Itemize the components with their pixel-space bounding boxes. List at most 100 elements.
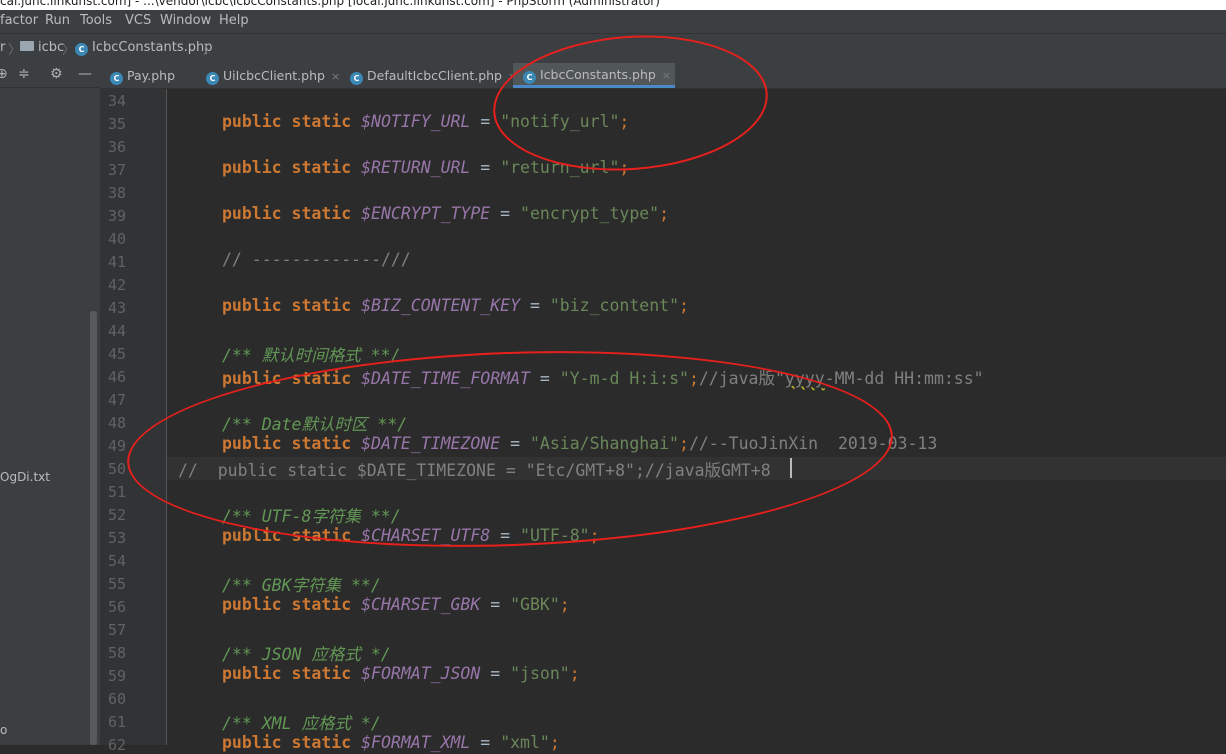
- line-number: 37: [107, 161, 126, 179]
- menu-help[interactable]: Help: [219, 13, 249, 28]
- php-file-icon: C: [110, 72, 123, 85]
- code-line-56: public static $CHARSET_GBK = "GBK";: [222, 595, 570, 614]
- window-title-bar: cal.junc.linkunst.com] - ...\vendor\icbc…: [0, 0, 1226, 10]
- semicolon: ;: [569, 664, 580, 683]
- operator: =: [480, 664, 511, 683]
- code-line-61: /** XML 应格式 */: [222, 710, 381, 734]
- line-number: 51: [107, 483, 126, 501]
- sidebar-bottom-item: o: [0, 723, 8, 737]
- code-line-55: /** GBK字符集 **/: [222, 572, 381, 596]
- tab-label: DefaultIcbcClient.php: [367, 68, 502, 83]
- breadcrumb-folder-label: icbc: [38, 40, 65, 55]
- operator: =: [470, 733, 501, 752]
- code-line-62: public static $FORMAT_XML = "xml";: [222, 733, 560, 752]
- php-file-icon: C: [206, 72, 219, 85]
- breadcrumb-separator-icon: 〉: [203, 43, 217, 58]
- close-icon[interactable]: ×: [331, 70, 340, 83]
- keyword: static: [291, 204, 352, 223]
- gear-icon[interactable]: ⚙: [50, 66, 63, 82]
- tab-pay[interactable]: C Pay.php: [100, 63, 206, 88]
- semicolon: ;: [549, 733, 560, 752]
- minimize-icon[interactable]: —: [78, 66, 92, 82]
- menu-refactor[interactable]: factor: [0, 13, 38, 28]
- line-number: 62: [107, 736, 126, 754]
- keyword: static: [291, 296, 352, 315]
- breadcrumb-file-label: IcbcConstants.php: [92, 40, 213, 55]
- target-icon[interactable]: ⊕: [0, 66, 8, 82]
- sidebar-scrollbar[interactable]: [90, 311, 97, 745]
- window-title: cal.junc.linkunst.com] - ...\vendor\icbc…: [0, 0, 660, 8]
- menu-tools[interactable]: Tools: [80, 13, 112, 28]
- doc-comment: /** GBK字符集 **/: [222, 576, 381, 595]
- code-line-59: public static $FORMAT_JSON = "json";: [222, 664, 580, 683]
- line-comment: -MM-dd HH:mm:ss": [824, 369, 984, 388]
- line-number: 49: [107, 437, 126, 455]
- line-number: 38: [107, 184, 126, 202]
- folder-icon: [20, 41, 34, 51]
- line-comment: // -------------///: [222, 250, 411, 269]
- variable: $CHARSET_GBK: [361, 595, 481, 614]
- menu-run[interactable]: Run: [45, 13, 70, 28]
- doc-comment: /** XML 应格式 */: [222, 714, 381, 733]
- line-number: 48: [107, 414, 126, 432]
- line-number: 39: [107, 207, 126, 225]
- keyword: static: [291, 664, 352, 683]
- tab-defaulticbcclient[interactable]: CDefaultIcbcClient.php×: [340, 63, 517, 88]
- line-number: 58: [107, 644, 126, 662]
- tab-uiicbcclient[interactable]: C UiIcbcClient.php ×: [196, 63, 346, 88]
- keyword: public: [222, 595, 282, 614]
- string-literal: "xml": [500, 733, 550, 752]
- line-number: 40: [107, 230, 126, 248]
- menu-window[interactable]: Window: [160, 13, 211, 28]
- breadcrumb-file[interactable]: C IcbcConstants.php: [75, 40, 213, 56]
- operator: =: [480, 595, 511, 614]
- line-number: 42: [107, 276, 126, 294]
- menu-vcs[interactable]: VCS: [125, 13, 151, 28]
- keyword: public: [222, 112, 282, 131]
- line-number: 55: [107, 575, 126, 593]
- line-number: 54: [107, 552, 126, 570]
- keyword: public: [222, 733, 282, 752]
- php-file-icon: C: [350, 72, 363, 85]
- keyword: static: [291, 112, 352, 131]
- line-number: 50: [107, 460, 126, 478]
- line-number: 45: [107, 345, 126, 363]
- breadcrumb-separator-icon: 〉: [62, 43, 76, 58]
- keyword: public: [222, 158, 282, 177]
- breadcrumb-prev[interactable]: r: [0, 40, 5, 55]
- line-number: 56: [107, 598, 126, 616]
- semicolon: ;: [559, 595, 570, 614]
- string-literal: "biz_content": [549, 296, 679, 315]
- variable: $NOTIFY_URL: [361, 112, 471, 131]
- string-literal: "GBK": [510, 595, 560, 614]
- doc-comment: /** JSON 应格式 */: [222, 645, 391, 664]
- line-number: 46: [107, 368, 126, 386]
- code-line-39: public static $ENCRYPT_TYPE = "encrypt_t…: [222, 204, 669, 223]
- variable: $RETURN_URL: [361, 158, 471, 177]
- tab-label: Pay.php: [127, 68, 176, 83]
- project-file-item[interactable]: OgDi.txt: [0, 470, 50, 484]
- string-literal: "json": [510, 664, 570, 683]
- line-number: 47: [107, 391, 126, 409]
- keyword: static: [291, 158, 352, 177]
- line-number: 61: [107, 713, 126, 731]
- keyword: public: [222, 296, 282, 315]
- variable: $ENCRYPT_TYPE: [361, 204, 491, 223]
- operator: =: [490, 204, 521, 223]
- semicolon: ;: [679, 296, 689, 315]
- line-number: 59: [107, 667, 126, 685]
- line-number: 53: [107, 529, 126, 547]
- code-line-43: public static $BIZ_CONTENT_KEY = "biz_co…: [222, 296, 689, 315]
- operator: =: [520, 296, 550, 315]
- menu-bar: factor Run Tools VCS Window Help: [0, 10, 1226, 33]
- project-sidebar: ⊕ ≑ ⚙ — OgDi.txt o: [0, 63, 100, 745]
- variable: $FORMAT_XML: [361, 733, 471, 752]
- keyword: static: [291, 595, 352, 614]
- operator: =: [470, 158, 501, 177]
- php-file-icon: C: [75, 43, 88, 56]
- semicolon: ;: [659, 204, 670, 223]
- collapse-icon[interactable]: ≑: [18, 66, 30, 82]
- breadcrumb-folder[interactable]: icbc: [20, 40, 64, 55]
- keyword: public: [222, 664, 282, 683]
- line-number: 44: [107, 322, 126, 340]
